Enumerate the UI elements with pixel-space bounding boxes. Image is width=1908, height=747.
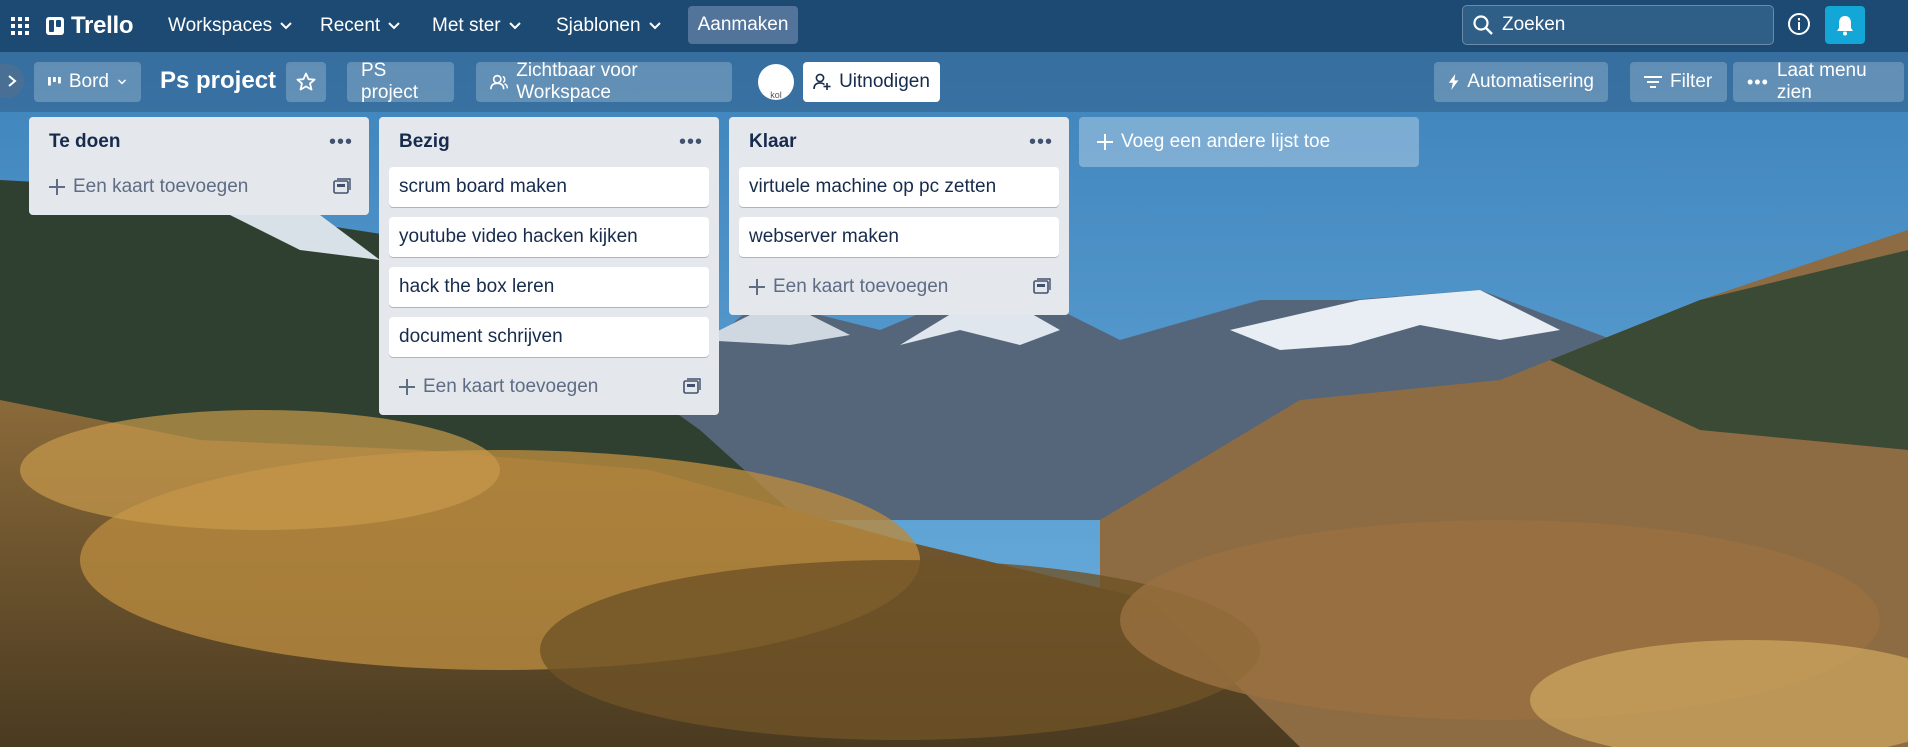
- nav-menu-label: Sjablonen: [556, 15, 641, 36]
- filter-label: Filter: [1670, 71, 1713, 92]
- add-person-icon: [813, 73, 831, 90]
- board-view-icon: [48, 76, 61, 86]
- top-navigation: Trello Workspaces Recent Met ster Sjablo…: [0, 0, 1908, 52]
- card[interactable]: scrum board maken: [389, 167, 709, 207]
- chevron-down-icon: [388, 22, 400, 30]
- visibility-button[interactable]: Zichtbaar voor Workspace: [476, 60, 732, 103]
- add-card-button[interactable]: Een kaart toevoegen: [749, 276, 948, 298]
- add-list-label: Voeg een andere lijst toe: [1121, 131, 1331, 152]
- workspace-button[interactable]: PS project: [347, 60, 454, 103]
- lightning-icon: [1448, 73, 1459, 91]
- card[interactable]: youtube video hacken kijken: [389, 217, 709, 257]
- more-horizontal-icon: •••: [1747, 71, 1769, 92]
- search-icon: [1473, 15, 1493, 35]
- card[interactable]: hack the box leren: [389, 267, 709, 307]
- star-icon: [296, 72, 316, 91]
- chevron-down-icon: [280, 22, 292, 30]
- search-input[interactable]: [1502, 14, 1752, 36]
- search-box[interactable]: [1462, 5, 1774, 45]
- board-background: [0, 0, 1908, 747]
- add-card-button[interactable]: Een kaart toevoegen: [49, 176, 248, 198]
- card-template-icon[interactable]: [683, 378, 701, 396]
- list-title[interactable]: Klaar: [749, 131, 797, 153]
- add-card-button[interactable]: Een kaart toevoegen: [399, 376, 598, 398]
- list-header: Klaar •••: [739, 117, 1059, 167]
- card[interactable]: document schrijven: [389, 317, 709, 357]
- board-view-label: Bord: [68, 71, 109, 92]
- invite-button[interactable]: Uitnodigen: [803, 62, 940, 102]
- board-title[interactable]: Ps project: [160, 67, 276, 95]
- add-card-label: Een kaart toevoegen: [73, 176, 249, 197]
- plus-icon: [49, 179, 65, 195]
- add-card-label: Een kaart toevoegen: [423, 376, 599, 397]
- list-title[interactable]: Bezig: [399, 131, 450, 153]
- nav-menu-label: Workspaces: [168, 15, 273, 36]
- bell-icon: [1837, 16, 1853, 36]
- plus-icon: [749, 279, 765, 295]
- apps-grid-icon[interactable]: [10, 16, 30, 36]
- add-card-row: Een kaart toevoegen: [39, 167, 359, 207]
- nav-menu-label: Met ster: [432, 15, 501, 36]
- show-menu-button[interactable]: ••• Laat menu zien: [1733, 60, 1904, 103]
- nav-menu-recent[interactable]: Recent: [308, 8, 413, 44]
- visibility-label: Zichtbaar voor Workspace: [516, 60, 638, 103]
- trello-logo[interactable]: Trello: [46, 12, 134, 40]
- list-klaar: Klaar ••• virtuele machine op pc zetten …: [729, 117, 1069, 315]
- people-icon: [490, 74, 509, 90]
- avatar-alt-text: kol: [770, 90, 782, 100]
- list-header: Bezig •••: [389, 117, 709, 167]
- automation-button[interactable]: Automatisering: [1434, 62, 1608, 102]
- show-menu-label: Laat menu zien: [1776, 60, 1867, 103]
- add-card-label: Een kaart toevoegen: [773, 276, 949, 297]
- card-template-icon[interactable]: [1033, 278, 1051, 296]
- plus-icon: [399, 379, 415, 395]
- filter-button[interactable]: Filter: [1630, 62, 1727, 102]
- board-view-switcher[interactable]: Bord: [34, 62, 141, 102]
- list-menu-icon[interactable]: •••: [679, 131, 703, 154]
- nav-menu-label: Recent: [320, 15, 381, 36]
- trello-logo-icon: [46, 17, 64, 35]
- filter-icon: [1644, 76, 1662, 88]
- avatar[interactable]: kol: [758, 64, 794, 100]
- list-title[interactable]: Te doen: [49, 131, 120, 153]
- brand-name: Trello: [71, 12, 134, 39]
- chevron-down-icon: [117, 79, 127, 85]
- nav-menu-starred[interactable]: Met ster: [420, 8, 534, 44]
- list-header: Te doen •••: [39, 117, 359, 167]
- card-template-icon[interactable]: [333, 178, 351, 196]
- automation-label: Automatisering: [1467, 71, 1594, 92]
- star-board-button[interactable]: [286, 62, 326, 102]
- chevron-right-icon: [8, 75, 17, 87]
- card[interactable]: webserver maken: [739, 217, 1059, 257]
- list-menu-icon[interactable]: •••: [329, 131, 353, 154]
- create-button[interactable]: Aanmaken: [688, 6, 798, 44]
- invite-label: Uitnodigen: [839, 71, 930, 92]
- notifications-button[interactable]: [1825, 6, 1865, 44]
- add-card-row: Een kaart toevoegen: [389, 367, 709, 407]
- add-card-row: Een kaart toevoegen: [739, 267, 1059, 307]
- plus-icon: [1097, 134, 1113, 150]
- list-te-doen: Te doen ••• Een kaart toevoegen: [29, 117, 369, 215]
- list-menu-icon[interactable]: •••: [1029, 131, 1053, 154]
- nav-menu-workspaces[interactable]: Workspaces: [156, 8, 305, 44]
- nav-menu-templates[interactable]: Sjablonen: [544, 8, 674, 44]
- chevron-down-icon: [508, 22, 521, 30]
- chevron-down-icon: [648, 22, 661, 30]
- add-list-button[interactable]: Voeg een andere lijst toe: [1079, 117, 1419, 167]
- card[interactable]: virtuele machine op pc zetten: [739, 167, 1059, 207]
- list-bezig: Bezig ••• scrum board maken youtube vide…: [379, 117, 719, 415]
- info-icon[interactable]: [1787, 12, 1811, 36]
